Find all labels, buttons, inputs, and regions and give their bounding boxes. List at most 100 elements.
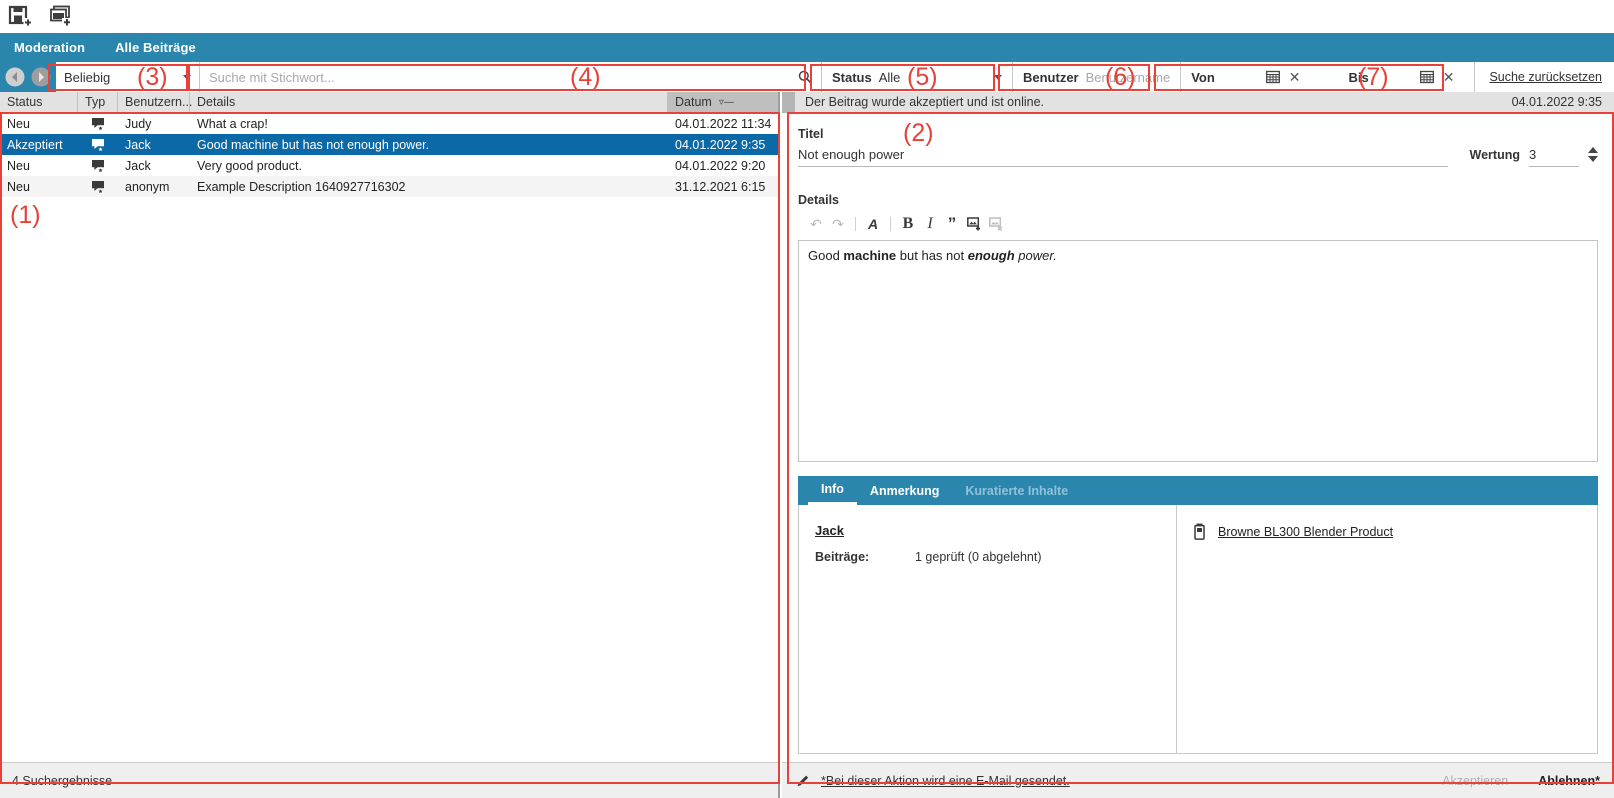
rating-input[interactable]: 3 bbox=[1529, 147, 1579, 167]
details-editor[interactable]: Good machine but has not enough power. bbox=[798, 240, 1598, 462]
email-note-link[interactable]: *Bei dieser Aktion wird eine E-Mail gese… bbox=[821, 774, 1070, 788]
font-icon[interactable]: A bbox=[863, 214, 883, 234]
product-link[interactable]: Browne BL300 Blender Product bbox=[1218, 525, 1393, 539]
rating-field: Wertung 3 bbox=[1470, 147, 1598, 167]
date-to-field[interactable]: Bis ✕ bbox=[1349, 70, 1455, 85]
filter-bar: Beliebig Suche mit Stichwort... Status A… bbox=[0, 62, 1614, 92]
user-filter-placeholder: Benutzername bbox=[1086, 70, 1171, 85]
date-from-label: Von bbox=[1191, 70, 1215, 85]
reset-search-area: Suche zurücksetzen bbox=[1475, 62, 1614, 92]
review-bubble-icon bbox=[91, 159, 106, 173]
row-user: Jack bbox=[118, 159, 190, 173]
close-icon[interactable]: ✕ bbox=[1289, 70, 1301, 84]
info-contributions-key: Beiträge: bbox=[815, 550, 915, 564]
date-from-field[interactable]: Von ✕ bbox=[1191, 70, 1300, 85]
bold-icon[interactable]: B bbox=[898, 214, 918, 234]
application-window: Moderation Alle Beiträge Beliebig Suche … bbox=[0, 0, 1614, 798]
forward-arrow-icon[interactable] bbox=[30, 66, 52, 88]
row-typ bbox=[78, 117, 118, 131]
toolbar-separator bbox=[855, 217, 856, 231]
column-benutzername-label: Benutzern... bbox=[125, 95, 192, 109]
rating-label: Wertung bbox=[1470, 148, 1520, 167]
pencil-icon[interactable] bbox=[796, 773, 811, 788]
search-input[interactable]: Suche mit Stichwort... bbox=[200, 62, 822, 92]
details-section: Details ↶ ↷ A B I ” bbox=[798, 193, 1598, 462]
title-input[interactable]: Not enough power bbox=[798, 147, 1448, 167]
new-window-icon[interactable] bbox=[48, 5, 74, 29]
chevron-down-icon bbox=[183, 75, 191, 80]
column-status[interactable]: Status bbox=[0, 92, 78, 112]
redo-icon[interactable]: ↷ bbox=[828, 214, 848, 234]
insert-image-icon[interactable] bbox=[964, 214, 984, 234]
close-icon[interactable]: ✕ bbox=[1443, 70, 1455, 84]
search-icon[interactable] bbox=[798, 70, 812, 84]
info-contributions-value: 1 geprüft (0 abgelehnt) bbox=[915, 550, 1041, 564]
table-row[interactable]: Akzeptiert Jack Good machine but has not… bbox=[0, 134, 778, 155]
table-row[interactable]: Neu Judy What a crap! 04.01.2022 11:34 bbox=[0, 113, 778, 134]
italic-icon[interactable]: I bbox=[920, 214, 940, 234]
row-typ bbox=[78, 180, 118, 194]
detail-tabs: Info Anmerkung Kuratierte Inhalte bbox=[798, 476, 1598, 505]
search-placeholder: Suche mit Stichwort... bbox=[209, 70, 335, 85]
app-header: Moderation Alle Beiträge bbox=[0, 33, 1614, 62]
chevron-down-icon[interactable] bbox=[1588, 156, 1598, 162]
undo-icon[interactable]: ↶ bbox=[806, 214, 826, 234]
info-contributions-row: Beiträge: 1 geprüft (0 abgelehnt) bbox=[815, 550, 1160, 564]
back-arrow-icon[interactable] bbox=[4, 66, 26, 88]
tab-info[interactable]: Info bbox=[808, 476, 857, 505]
review-bubble-icon bbox=[91, 180, 106, 194]
panel-grip[interactable] bbox=[782, 92, 795, 113]
table-row[interactable]: Neu anonym Example Description 164092771… bbox=[0, 176, 778, 197]
status-filter-select[interactable]: Status Alle bbox=[822, 62, 1013, 92]
remove-image-icon bbox=[986, 214, 1006, 234]
column-datum[interactable]: Datum ▿— bbox=[668, 92, 778, 112]
type-select-value: Beliebig bbox=[64, 70, 110, 85]
body-text-part: Good bbox=[808, 248, 843, 263]
new-document-icon[interactable] bbox=[8, 5, 34, 29]
row-status: Neu bbox=[0, 159, 78, 173]
row-datum: 31.12.2021 6:15 bbox=[668, 180, 778, 194]
row-details: Very good product. bbox=[190, 159, 668, 173]
column-typ[interactable]: Typ bbox=[78, 92, 118, 112]
info-user-link[interactable]: Jack bbox=[815, 523, 1160, 538]
detail-body: Titel Not enough power Wertung 3 Details… bbox=[782, 113, 1614, 754]
table-row[interactable]: Neu Jack Very good product. 04.01.2022 9… bbox=[0, 155, 778, 176]
quote-icon[interactable]: ” bbox=[942, 214, 962, 234]
row-details: Example Description 1640927716302 bbox=[190, 180, 668, 194]
title-label: Titel bbox=[798, 127, 1448, 141]
type-select[interactable]: Beliebig bbox=[56, 62, 200, 92]
status-filter-value: Alle bbox=[879, 70, 901, 85]
column-details[interactable]: Details bbox=[190, 92, 668, 112]
body-text-part: but has not bbox=[896, 248, 968, 263]
user-filter-input[interactable]: Benutzer Benutzername bbox=[1013, 62, 1181, 92]
row-status: Neu bbox=[0, 117, 78, 131]
chevron-up-icon[interactable] bbox=[1588, 147, 1598, 153]
row-typ bbox=[78, 159, 118, 173]
column-datum-label: Datum bbox=[675, 95, 712, 109]
column-status-label: Status bbox=[7, 95, 42, 109]
reject-button[interactable]: Ablehnen* bbox=[1538, 774, 1600, 788]
tab-content-info: Jack Beiträge: 1 geprüft (0 abgelehnt) B… bbox=[798, 505, 1598, 754]
calendar-icon[interactable] bbox=[1420, 70, 1434, 84]
row-datum: 04.01.2022 11:34 bbox=[668, 117, 778, 131]
product-row: Browne BL300 Blender Product bbox=[1193, 523, 1581, 540]
blender-product-icon bbox=[1193, 523, 1206, 540]
detail-status-bar: Der Beitrag wurde akzeptiert und ist onl… bbox=[782, 92, 1614, 113]
header-item-moderation[interactable]: Moderation bbox=[14, 40, 85, 55]
rating-stepper[interactable] bbox=[1588, 147, 1598, 167]
detail-status-date: 04.01.2022 9:35 bbox=[1512, 95, 1614, 109]
date-to-label: Bis bbox=[1349, 70, 1369, 85]
body-text-part: enough bbox=[968, 248, 1015, 263]
reset-search-link[interactable]: Suche zurücksetzen bbox=[1489, 70, 1602, 84]
calendar-icon[interactable] bbox=[1266, 70, 1280, 84]
body-text-part: power. bbox=[1015, 248, 1057, 263]
tab-anmerkung[interactable]: Anmerkung bbox=[857, 476, 952, 505]
date-range-filter: Von ✕ Bis ✕ bbox=[1181, 62, 1475, 92]
row-user: anonym bbox=[118, 180, 190, 194]
column-benutzername[interactable]: Benutzern... bbox=[118, 92, 190, 112]
row-typ bbox=[78, 138, 118, 152]
title-row: Titel Not enough power Wertung 3 bbox=[798, 127, 1598, 167]
column-details-label: Details bbox=[197, 95, 235, 109]
header-item-alle-beitraege[interactable]: Alle Beiträge bbox=[115, 40, 196, 55]
window-toolbar bbox=[0, 0, 1614, 33]
